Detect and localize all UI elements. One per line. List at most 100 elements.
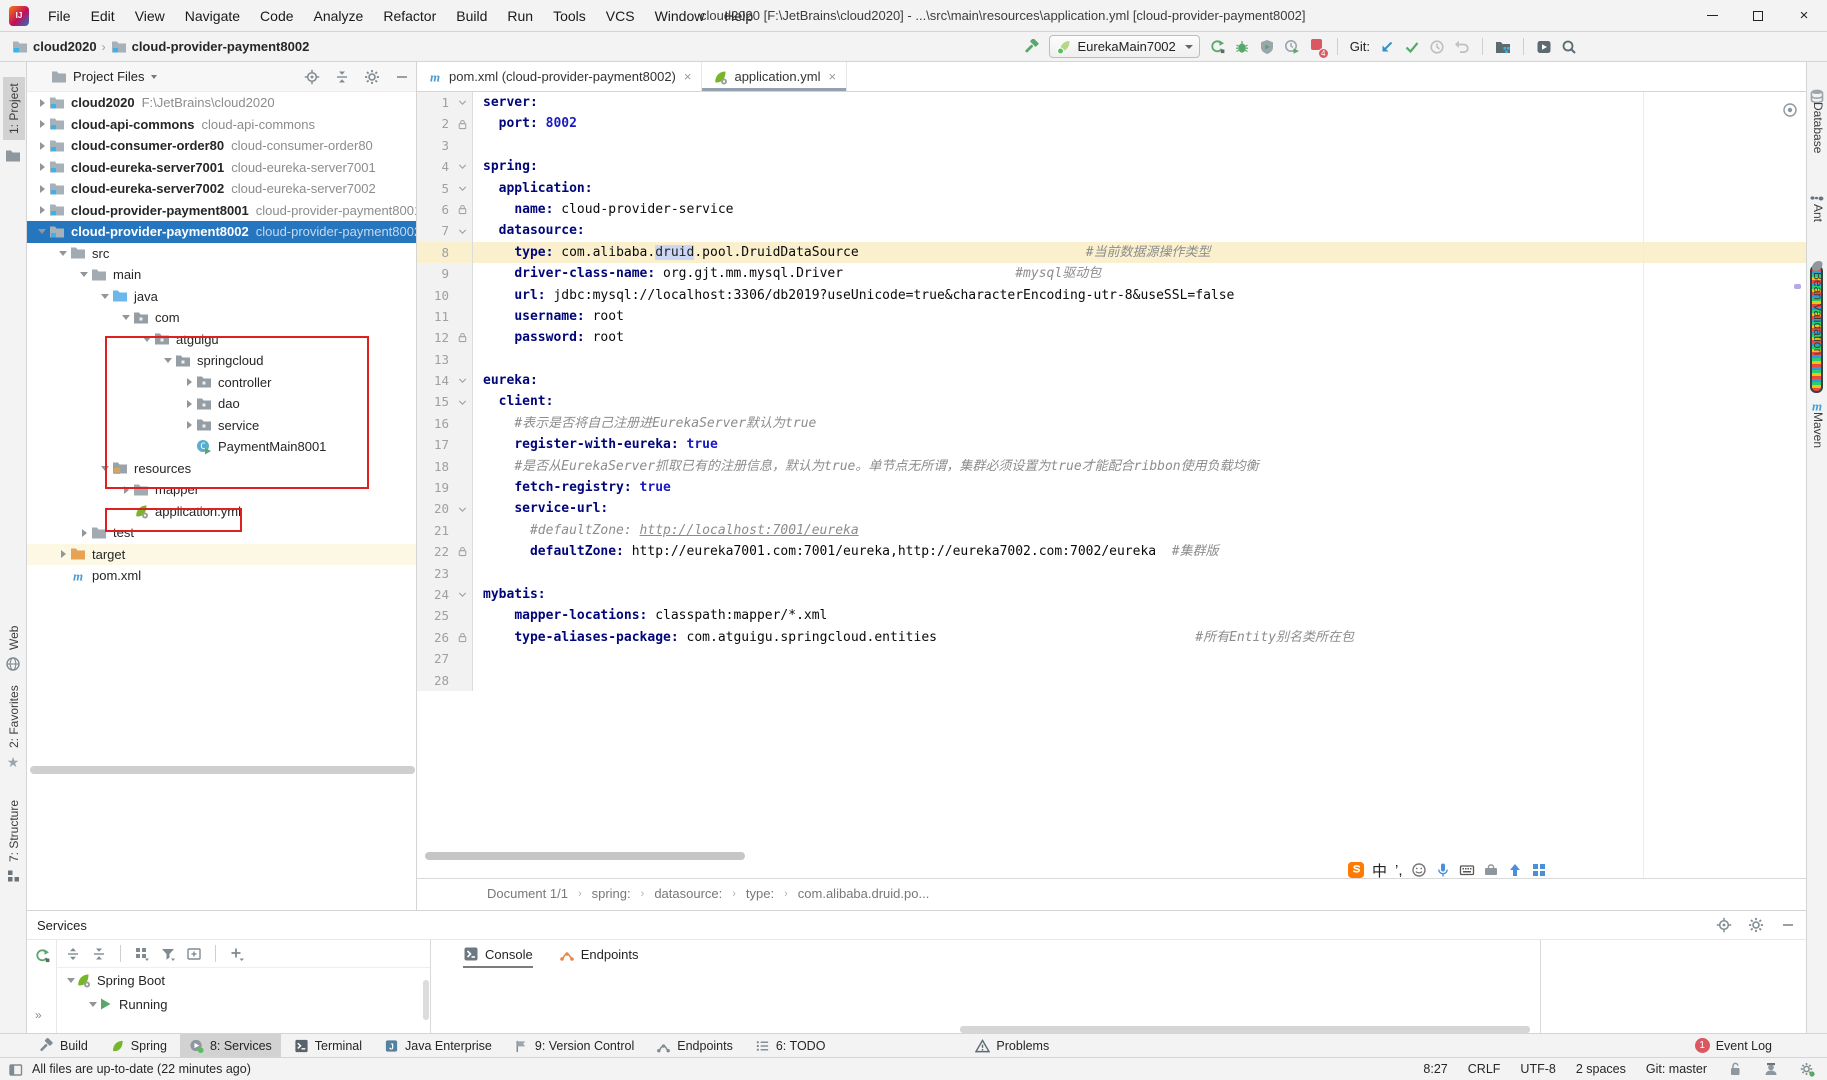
tree-chevron-icon[interactable] [182,378,196,386]
tree-chevron-icon[interactable] [35,206,49,214]
hide-icon[interactable] [1780,917,1796,933]
eye-icon[interactable] [1782,102,1798,118]
run-anything-icon[interactable] [1536,39,1552,55]
arrow-up-icon[interactable] [1507,862,1523,878]
search-everywhere-icon[interactable] [1561,39,1577,55]
editor-tab-application.yml[interactable]: application.yml× [702,62,847,91]
tree-chevron-icon[interactable] [119,486,133,494]
tree-chevron-icon[interactable] [119,315,133,320]
tree-row-pom-xml[interactable]: mpom.xml [27,565,416,587]
code-line-11[interactable]: 11 username: root [417,306,1806,327]
menu-file[interactable]: File [39,4,80,28]
punctuation-icon[interactable]: ’, [1395,862,1403,879]
tree-chevron-icon[interactable] [98,466,112,471]
menu-navigate[interactable]: Navigate [176,4,249,28]
tool-stripe-web[interactable]: Web [7,626,21,650]
editor-breadcrumb-item[interactable]: datasource: [654,886,722,901]
rerun-icon[interactable] [1209,39,1225,55]
tree-row-resources[interactable]: resources [27,458,416,480]
code-editor[interactable]: 1server:2 port: 800234spring:5 applicati… [417,92,1806,878]
hammer-icon[interactable] [1024,39,1040,55]
tool-stripe-bean-validation[interactable]: Bean Validation [1811,272,1825,355]
tree-row-java[interactable]: java [27,286,416,308]
status-item-crlf[interactable]: CRLF [1468,1062,1501,1076]
tree-chevron-icon[interactable] [140,337,154,342]
hide-icon[interactable] [394,69,410,85]
tree-chevron-icon[interactable] [182,400,196,408]
toolwindow-endpoints[interactable]: Endpoints [647,1034,742,1058]
menu-vcs[interactable]: VCS [597,4,644,28]
editor-breadcrumb-item[interactable]: com.alibaba.druid.po... [798,886,930,901]
tree-chevron-icon[interactable] [182,421,196,429]
toolwindow-spring[interactable]: Spring [101,1034,176,1058]
toolwindow-problems[interactable]: Problems [966,1034,1058,1058]
toolwindow-8-services[interactable]: 8: Services [180,1034,281,1058]
globe-icon[interactable] [5,656,21,672]
tree-chevron-icon[interactable] [35,229,49,234]
tool-window-switcher-icon[interactable] [8,1062,24,1078]
settings-icon[interactable] [364,69,380,85]
code-line-27[interactable]: 27 [417,648,1806,669]
code-line-7[interactable]: 7 datasource: [417,220,1806,241]
tree-row-atguigu[interactable]: atguigu [27,329,416,351]
history-icon[interactable] [1429,39,1445,55]
tree-row-dao[interactable]: dao [27,393,416,415]
services-vertical-scrollbar[interactable] [423,980,429,1020]
settings-badge-icon[interactable] [1799,1061,1815,1077]
toolwindow-terminal[interactable]: Terminal [285,1034,371,1058]
commit-icon[interactable] [1404,39,1420,55]
tree-chevron-icon[interactable] [161,358,175,363]
collapse-all-icon[interactable] [91,946,107,962]
code-line-22[interactable]: 22 defaultZone: http://eureka7001.com:70… [417,541,1806,562]
menu-edit[interactable]: Edit [82,4,124,28]
code-line-3[interactable]: 3 [417,135,1806,156]
sogou-logo-icon[interactable] [1348,862,1364,878]
code-line-18[interactable]: 18 #是否从EurekaServer抓取已有的注册信息，默认为true。单节点… [417,456,1806,477]
tree-chevron-icon[interactable] [35,142,49,150]
editor-breadcrumb-item[interactable]: Document 1/1 [487,886,568,901]
services-tab-console[interactable]: Console [463,940,533,968]
services-row-spring-boot[interactable]: Spring Boot [57,968,167,992]
emoji-icon[interactable] [1411,862,1427,878]
menu-analyze[interactable]: Analyze [305,4,373,28]
menu-tools[interactable]: Tools [544,4,595,28]
debug-icon[interactable] [1234,39,1250,55]
tree-row-controller[interactable]: controller [27,372,416,394]
unlock-icon[interactable] [1727,1061,1743,1077]
add-icon[interactable] [229,946,245,962]
status-item-2-spaces[interactable]: 2 spaces [1576,1062,1626,1076]
services-row-running[interactable]: Running [57,992,167,1016]
tree-chevron-icon[interactable] [89,1002,97,1007]
maximize-button[interactable] [1735,0,1781,31]
code-line-12[interactable]: 12 password: root [417,327,1806,348]
project-view-title[interactable]: Project Files [73,69,145,84]
tree-row-test[interactable]: test [27,522,416,544]
mic-icon[interactable] [1435,862,1451,878]
tree-row-springcloud[interactable]: springcloud [27,350,416,372]
status-item-utf-8[interactable]: UTF-8 [1520,1062,1555,1076]
menu-refactor[interactable]: Refactor [374,4,445,28]
code-line-21[interactable]: 21 #defaultZone: http://localhost:7001/e… [417,520,1806,541]
editor-tab-pom.xml[interactable]: mpom.xml (cloud-provider-payment8002)× [417,62,702,91]
close-icon[interactable]: × [828,69,836,84]
rollback-icon[interactable] [1454,39,1470,55]
tree-row-paymentmain8001[interactable]: CPaymentMain8001 [27,436,416,458]
tree-row-src[interactable]: src [27,243,416,265]
breadcrumb-item[interactable]: cloud2020 [12,39,97,55]
tree-chevron-icon[interactable] [77,272,91,277]
code-line-14[interactable]: 14eureka: [417,370,1806,391]
code-line-20[interactable]: 20 service-url: [417,498,1806,519]
stop-button[interactable]: 4 [1309,37,1325,56]
tool-stripe-maven[interactable]: Maven [1811,412,1825,448]
toolwindow-build[interactable]: Build [30,1034,97,1058]
coverage-icon[interactable] [1259,39,1275,55]
toolwindow-6-todo[interactable]: 6: TODO [746,1034,835,1058]
code-line-1[interactable]: 1server: [417,92,1806,113]
tool-stripe-ant[interactable]: Ant [1811,204,1825,222]
editor-breadcrumb-item[interactable]: spring: [592,886,631,901]
services-tab-endpoints[interactable]: Endpoints [559,940,639,968]
expand-all-icon[interactable] [65,946,81,962]
group-by-icon[interactable] [134,946,150,962]
tree-row-cloud-eureka-server7002[interactable]: cloud-eureka-server7002cloud-eureka-serv… [27,178,416,200]
tree-row-main[interactable]: main [27,264,416,286]
